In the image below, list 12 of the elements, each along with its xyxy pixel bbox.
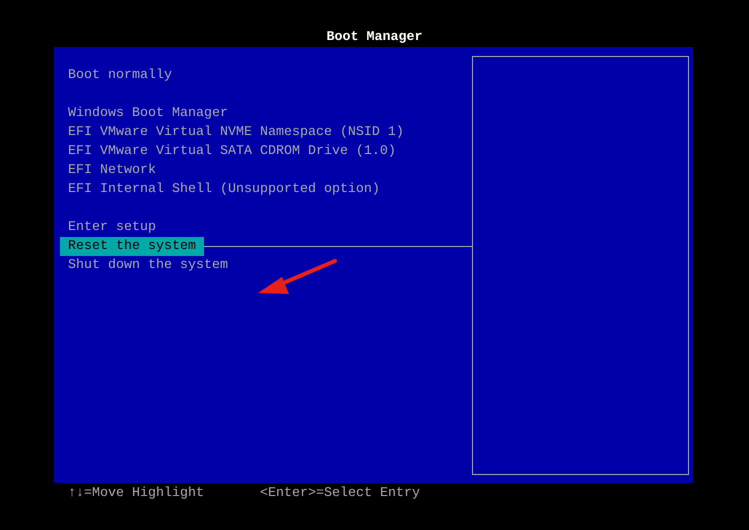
menu-item[interactable]: Shut down the system bbox=[66, 256, 230, 275]
menu-item[interactable]: Windows Boot Manager bbox=[66, 104, 230, 123]
menu-item[interactable]: EFI VMware Virtual NVME Namespace (NSID 1) bbox=[66, 123, 406, 142]
window-title: Boot Manager bbox=[326, 29, 424, 47]
menu-item[interactable]: Boot normally bbox=[66, 66, 174, 85]
menu-item[interactable]: Enter setup bbox=[66, 218, 158, 237]
key-hint: <Enter>=Select Entry bbox=[260, 485, 420, 503]
menu-item[interactable]: EFI VMware Virtual SATA CDROM Drive (1.0) bbox=[66, 142, 398, 161]
menu-item[interactable]: EFI Internal Shell (Unsupported option) bbox=[66, 180, 382, 199]
menu-item[interactable]: EFI Network bbox=[66, 161, 158, 180]
menu-item[interactable]: Reset the system bbox=[60, 237, 204, 256]
key-hint: ↑↓=Move Highlight bbox=[68, 485, 204, 503]
